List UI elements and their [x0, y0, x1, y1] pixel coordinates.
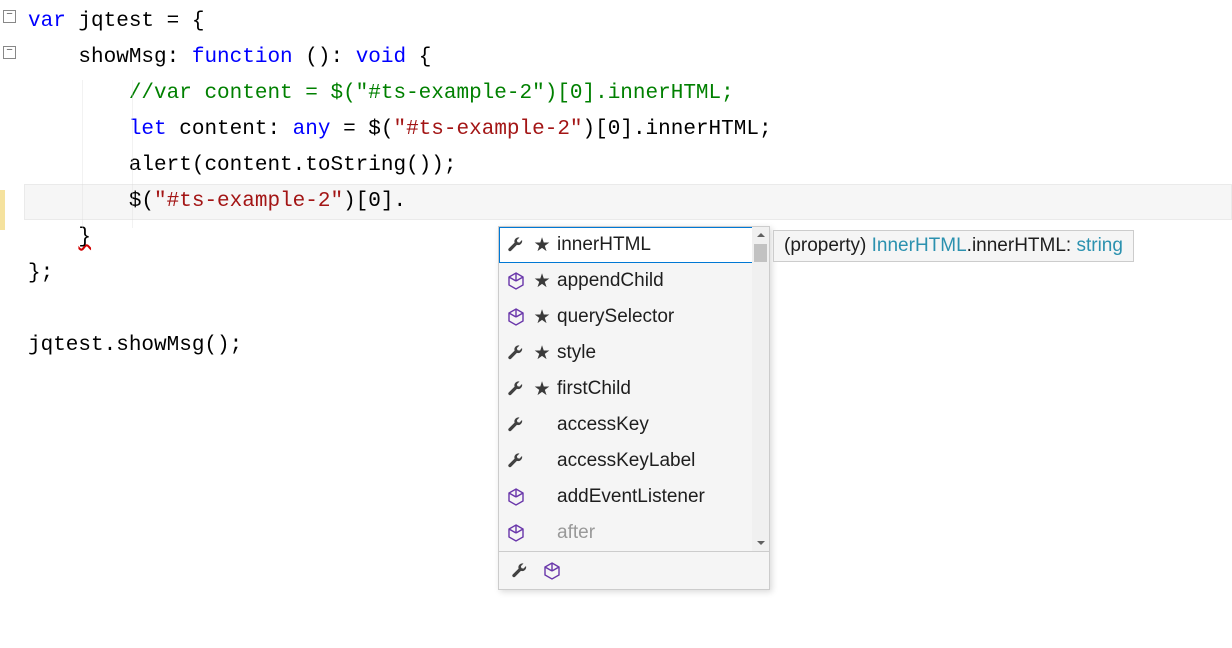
string-literal: "#ts-example-2" [394, 118, 583, 141]
completion-item[interactable]: ★ style [499, 335, 769, 371]
completion-label: style [557, 342, 761, 364]
completion-item[interactable]: accessKey [499, 407, 769, 443]
tooltip-type: string [1076, 235, 1122, 256]
wrench-icon [505, 414, 527, 436]
cube-icon [505, 270, 527, 292]
keyword: void [356, 46, 406, 69]
completion-item[interactable]: after [499, 515, 769, 551]
signature-tooltip: (property) InnerHTML.innerHTML: string [773, 230, 1134, 262]
completion-label: addEventListener [557, 486, 761, 508]
star-icon: ★ [533, 306, 551, 329]
code-line[interactable]: let content: any = $("#ts-example-2")[0]… [24, 112, 1232, 148]
indent-guide [132, 80, 133, 228]
completion-label: accessKey [557, 414, 761, 436]
fold-toggle[interactable] [3, 46, 16, 59]
cube-icon [505, 306, 527, 328]
fold-toggle[interactable] [3, 10, 16, 23]
completion-list[interactable]: ★ innerHTML ★ appendChild ★ querySelector ★ sty… [499, 227, 769, 551]
keyword: any [293, 118, 331, 141]
star-icon: ★ [533, 342, 551, 365]
scroll-thumb[interactable] [754, 244, 767, 262]
change-marker [0, 190, 5, 230]
wrench-icon [505, 450, 527, 472]
completion-scrollbar[interactable] [752, 227, 769, 551]
star-icon: ★ [533, 270, 551, 293]
indent-guide [82, 80, 83, 228]
completion-item[interactable]: addEventListener [499, 479, 769, 515]
completion-item[interactable]: accessKeyLabel [499, 443, 769, 479]
star-icon: ★ [533, 234, 551, 257]
completion-item[interactable]: ★ innerHTML [499, 227, 769, 263]
error-squiggle: } [78, 226, 91, 249]
cube-icon [505, 522, 527, 544]
wrench-icon [505, 342, 527, 364]
keyword: let [129, 118, 167, 141]
completion-filter-bar [499, 551, 769, 589]
star-icon: ★ [533, 378, 551, 401]
intellisense-popup[interactable]: ★ innerHTML ★ appendChild ★ querySelector ★ sty… [498, 226, 770, 590]
comment: //var content = $("#ts-example-2")[0].in… [129, 82, 734, 105]
code-line-current[interactable]: $("#ts-example-2")[0]. [24, 184, 1232, 220]
scroll-up-icon[interactable] [753, 227, 769, 243]
completion-label: appendChild [557, 270, 761, 292]
code-line[interactable]: showMsg: function (): void { [24, 40, 1232, 76]
string-literal: "#ts-example-2" [154, 190, 343, 213]
completion-label: accessKeyLabel [557, 450, 761, 472]
tooltip-type: InnerHTML [872, 235, 967, 256]
code-line[interactable]: alert(content.toString()); [24, 148, 1232, 184]
wrench-icon [505, 378, 527, 400]
completion-label: after [557, 522, 761, 544]
completion-label: innerHTML [557, 234, 761, 256]
completion-item[interactable]: ★ querySelector [499, 299, 769, 335]
wrench-icon [505, 234, 527, 256]
scroll-down-icon[interactable] [753, 535, 769, 551]
filter-wrench-icon[interactable] [509, 560, 531, 582]
keyword: function [192, 46, 293, 69]
completion-item[interactable]: ★ appendChild [499, 263, 769, 299]
completion-label: querySelector [557, 306, 761, 328]
cube-icon [505, 486, 527, 508]
code-line[interactable]: //var content = $("#ts-example-2")[0].in… [24, 76, 1232, 112]
keyword: var [28, 10, 66, 33]
filter-cube-icon[interactable] [541, 560, 563, 582]
code-line[interactable]: var jqtest = { [24, 4, 1232, 40]
completion-item[interactable]: ★ firstChild [499, 371, 769, 407]
completion-label: firstChild [557, 378, 761, 400]
